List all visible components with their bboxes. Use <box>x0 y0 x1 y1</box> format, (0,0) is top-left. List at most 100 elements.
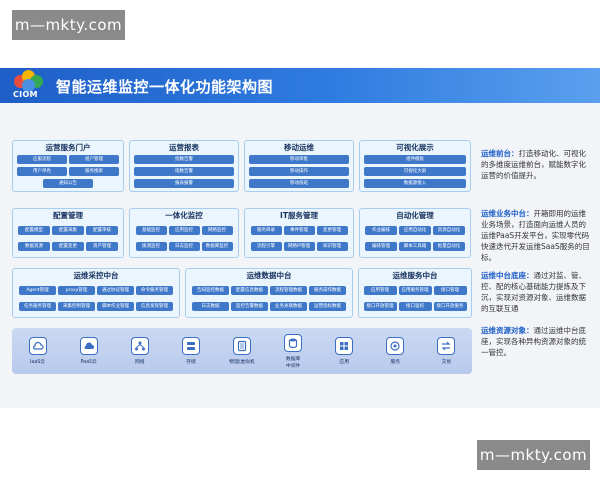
module-items: 指数告警 指数告警报表报警 <box>134 155 234 188</box>
module-item[interactable]: 信息发现管理 <box>136 302 173 312</box>
module-item[interactable]: 配置模型 <box>18 225 50 235</box>
module-title: 移动运维 <box>284 143 314 152</box>
resource-item[interactable]: IaaS云 <box>19 337 57 365</box>
module-item[interactable]: 报表报警 <box>134 178 234 188</box>
module-items: 应服流程 组户管理 用户单色 服务搜索通知公告 <box>17 155 119 188</box>
module-item[interactable]: 配置采集 <box>52 225 84 235</box>
module-item[interactable]: 应用服务管理 <box>398 285 432 295</box>
resource-item[interactable]: 服务 <box>376 337 414 365</box>
module-item[interactable]: 移动值班 <box>249 178 349 188</box>
module-item[interactable]: 用户单色 <box>17 166 67 176</box>
resource-label: IaaS云 <box>29 360 46 365</box>
server-icon <box>232 337 251 355</box>
resource-item[interactable]: 物理/虚拟机 <box>223 337 261 365</box>
module-item[interactable]: 运营指标数据 <box>309 302 346 312</box>
module-item[interactable]: 组件模板 <box>364 155 466 165</box>
desc-resources: 运维资源对象：通过运维中台底座，实现各种异构资源对象的统一管控。 <box>481 325 591 358</box>
module-item[interactable]: 任务服务管理 <box>19 302 56 312</box>
architecture-diagram: 运营服务门户 应服流程 组户管理 用户单色 服务搜索 通知公告 运营报表 指数告警 指数告警 报表… <box>12 140 472 375</box>
resource-item[interactable]: 应用 <box>325 337 363 365</box>
module-item[interactable]: 资源自动化 <box>433 225 465 235</box>
module-items: 移动审批 移动操作移动值班 <box>249 155 349 188</box>
transaction-icon <box>437 337 456 355</box>
module-item[interactable]: 编排管理 <box>365 242 397 252</box>
module-item[interactable]: 批量自动化 <box>433 242 465 252</box>
module-item[interactable]: 流程引擎 <box>250 242 282 252</box>
module-item[interactable]: 应用管理 <box>363 285 397 295</box>
desc-frontend: 运维前台：打造移动化、可视化的多维度运维前台，赋能数字化运营的价值提升。 <box>481 148 591 181</box>
watermark-bottom: m—mkty.com <box>477 440 590 470</box>
row-base-platform: 运维采控中台 Agent管理 proxy管理 通过协议管理 命令服务管理 任务服务管理 采集… <box>12 268 472 318</box>
module-item[interactable]: proxy管理 <box>58 285 95 295</box>
title-banner: CIOM 智能运维监控一体化功能架构图 <box>0 68 600 103</box>
module-item[interactable]: 流程管理数据 <box>270 285 307 295</box>
module-item[interactable]: 业务关联数据 <box>270 302 307 312</box>
resource-item[interactable]: 网络 <box>121 337 159 365</box>
module-title: 配置管理 <box>53 211 83 220</box>
module-item[interactable]: 日志监控 <box>168 242 200 252</box>
module-item[interactable]: 资产管理 <box>86 242 118 252</box>
module-item[interactable]: 脚本工具箱 <box>399 242 431 252</box>
module-item[interactable]: 服务搜索 <box>69 166 119 176</box>
module-item[interactable]: 指数告警 <box>134 155 234 165</box>
module-item[interactable]: 配置审核 <box>86 225 118 235</box>
cloud-iaas-icon <box>28 337 47 355</box>
module-item[interactable]: 告知监控数据 <box>192 285 229 295</box>
module-item[interactable]: 移动审批 <box>249 155 349 165</box>
module-item[interactable]: 指数告警 <box>134 166 234 176</box>
module-item[interactable]: 事件管理 <box>283 225 315 235</box>
module-item[interactable]: 组户管理 <box>69 155 119 165</box>
module-box: 自动化管理 作业编排 应用自动化 资源自动化 编排管理 脚本工具箱 批量自动化 <box>359 208 471 258</box>
module-item[interactable]: 采集控制管理 <box>58 302 95 312</box>
module-item[interactable]: 应服流程 <box>17 155 67 165</box>
module-item[interactable]: Agent管理 <box>19 285 56 295</box>
desc-head: 运维资源对象： <box>481 326 534 335</box>
module-item[interactable]: 基础监控 <box>135 225 167 235</box>
network-icon <box>130 337 149 355</box>
module-item[interactable]: 脚本作业管理 <box>97 302 134 312</box>
module-item[interactable]: 监控告警数据 <box>231 302 268 312</box>
resource-item[interactable]: 存储 <box>172 337 210 365</box>
module-item[interactable]: 通知公告 <box>43 178 93 188</box>
module-item[interactable]: 接口鉴权 <box>398 302 432 312</box>
module-box: 运维数据中台 告知监控数据 配置信息数据 流程管理数据 服务操作数据 日志数据 监控告警数据… <box>185 268 353 318</box>
resource-item[interactable]: 交易 <box>427 337 465 365</box>
module-item[interactable]: 接口管理 <box>433 285 467 295</box>
module-item[interactable]: 配置变更 <box>52 242 84 252</box>
module-item[interactable]: 可视化大屏 <box>364 166 466 176</box>
module-box: 运维采控中台 Agent管理 proxy管理 通过协议管理 命令服务管理 任务服务管理 采集… <box>12 268 180 318</box>
module-item[interactable]: 接口开放管理 <box>363 302 397 312</box>
module-item[interactable]: 拨测监控 <box>135 242 167 252</box>
module-item[interactable]: 命令服务管理 <box>136 285 173 295</box>
resource-label: 服务 <box>390 360 401 365</box>
resource-label: 应用 <box>339 360 349 365</box>
module-item[interactable]: 数据源接入 <box>364 178 466 188</box>
module-item[interactable]: 变更管理 <box>316 225 348 235</box>
module-item[interactable]: 网络IP管理 <box>283 242 315 252</box>
resource-item[interactable]: 数据库 中间件 <box>274 333 312 369</box>
resource-item[interactable]: PaaS云 <box>70 337 108 365</box>
module-item[interactable]: 作业编排 <box>365 225 397 235</box>
module-item[interactable]: 数据库监控 <box>201 242 233 252</box>
module-box: 可视化展示 组件模板 可视化大屏 数据源接入 <box>359 140 471 192</box>
row-business-platform: 配置管理 配置模型 配置采集 配置审核 数据资源 配置变更 资产管理 一体化监控 基础监控 应用监… <box>12 208 472 258</box>
module-items: 作业编排 应用自动化 资源自动化编排管理 脚本工具箱 批量自动化 <box>364 223 466 254</box>
service-icon <box>386 337 405 355</box>
watermark-top: m—mkty.com <box>12 10 125 40</box>
desc-business-platform: 运维业务中台：开箱即用的运维业务场景，打造面向运维人员的运维PaaS开发平台，实… <box>481 208 591 263</box>
module-item[interactable]: 数据资源 <box>18 242 50 252</box>
module-item[interactable]: 服务操作数据 <box>309 285 346 295</box>
module-title: 运营服务门户 <box>45 143 91 152</box>
module-item[interactable]: 服务目录 <box>250 225 282 235</box>
module-item[interactable]: 网络监控 <box>201 225 233 235</box>
module-item[interactable]: 应用监控 <box>168 225 200 235</box>
module-item[interactable]: 应用自动化 <box>399 225 431 235</box>
module-item[interactable]: 知识管理 <box>316 242 348 252</box>
resource-label: PaaS云 <box>80 360 97 365</box>
module-item[interactable]: 移动操作 <box>249 166 349 176</box>
module-item[interactable]: 通过协议管理 <box>97 285 134 295</box>
module-item[interactable]: 配置信息数据 <box>231 285 268 295</box>
module-item[interactable]: 日志数据 <box>192 302 229 312</box>
module-item[interactable]: 接口开放服务 <box>433 302 467 312</box>
cloud-paas-icon <box>79 337 98 355</box>
